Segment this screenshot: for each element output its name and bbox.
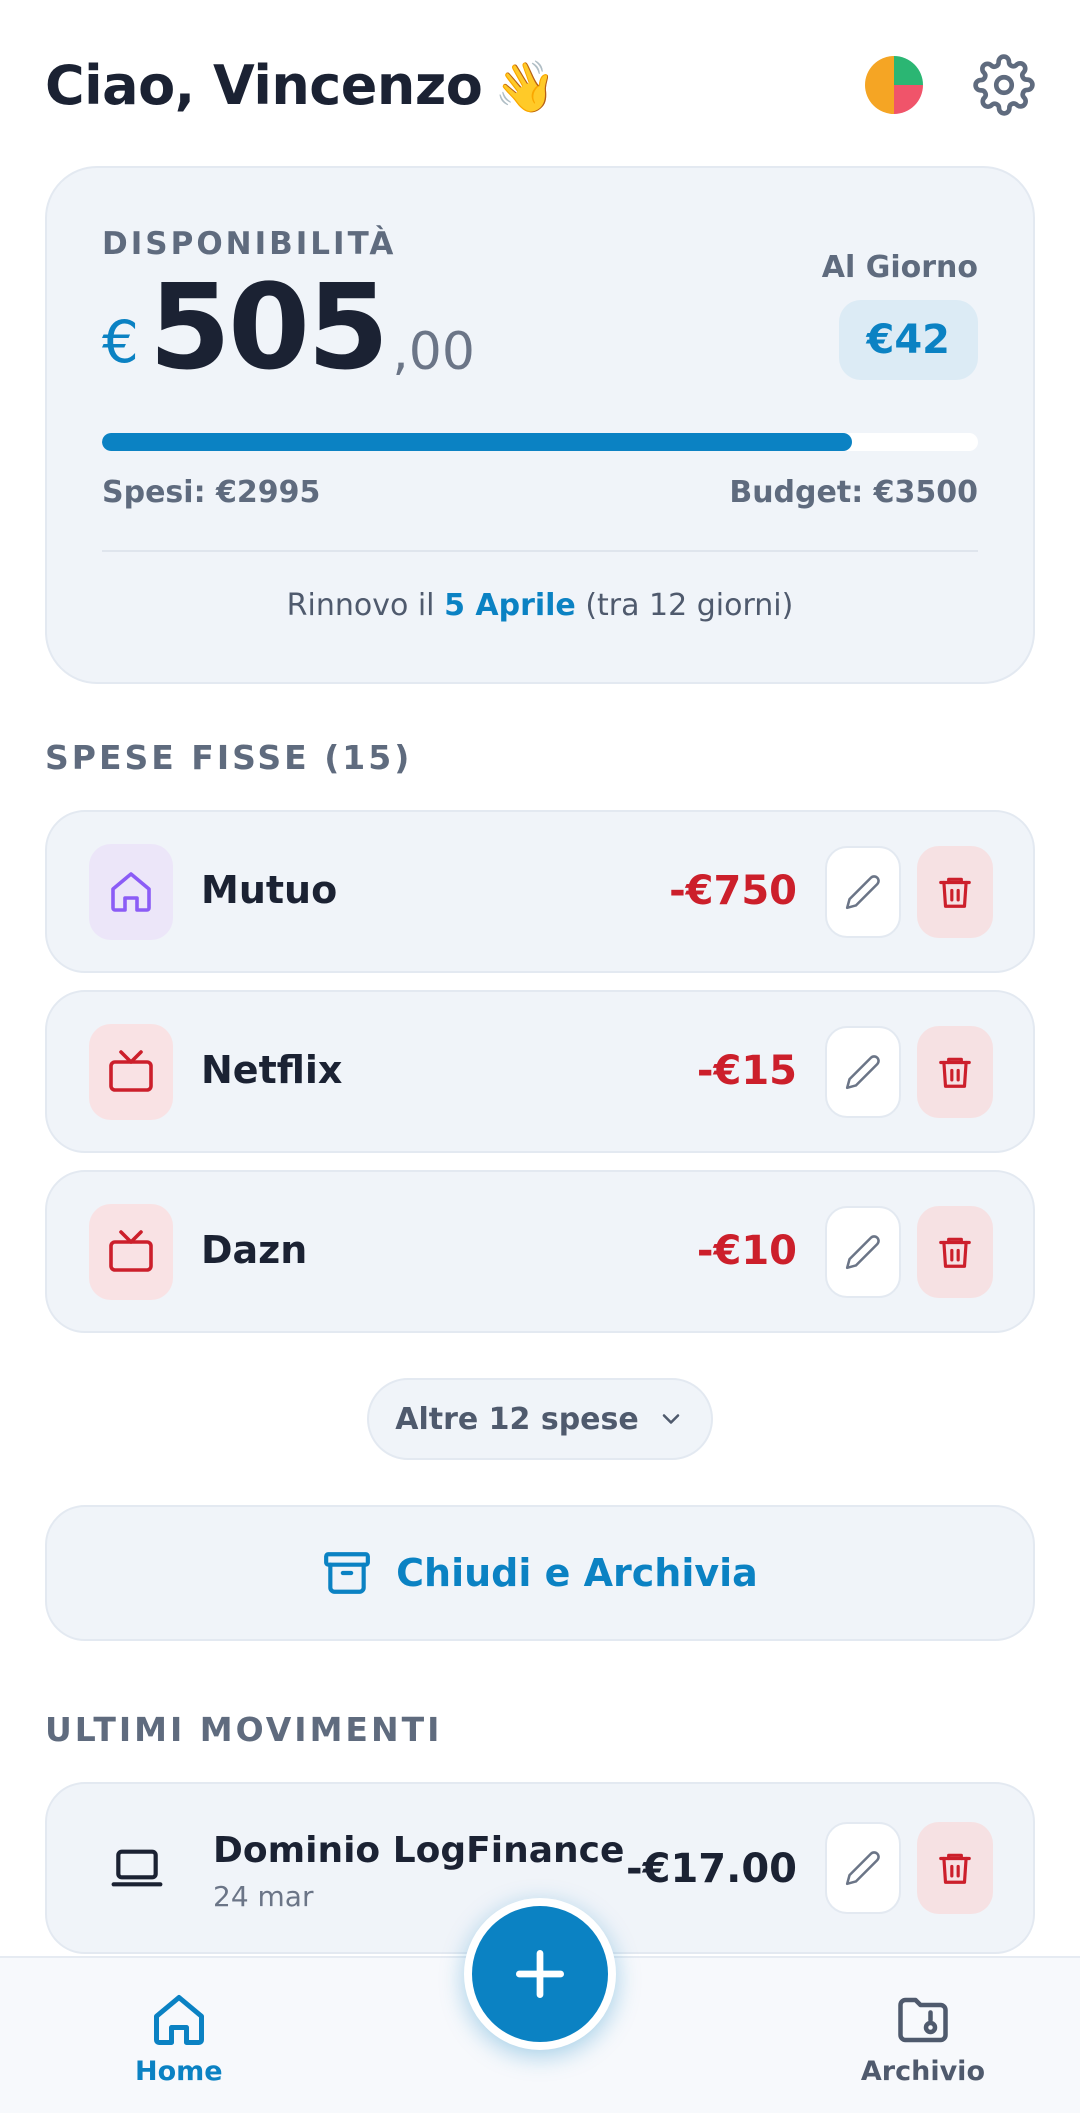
renewal-text: Rinnovo il 5 Aprile (tra 12 giorni) (47, 588, 1033, 623)
greeting-text: Ciao, Vincenzo (45, 53, 483, 117)
per-day-badge: €42 (838, 300, 978, 380)
show-more-label: Altre 12 spese (395, 1401, 639, 1437)
edit-button[interactable] (825, 1026, 901, 1118)
tv-icon (109, 1230, 153, 1272)
availability-label: DISPONIBILITÀ (102, 226, 397, 262)
expense-name: Mutuo (201, 868, 338, 912)
renewal-prefix: Rinnovo il (286, 588, 445, 623)
movement-amount: -€17.00 (626, 1846, 797, 1892)
trash-icon (939, 1237, 971, 1268)
trash-icon (939, 1853, 971, 1884)
trash-icon (939, 877, 971, 908)
amount-decimal: ,00 (392, 322, 475, 382)
laptop-icon (111, 1849, 163, 1887)
renewal-suffix: (tra 12 giorni) (575, 588, 794, 623)
delete-button[interactable] (917, 1026, 993, 1118)
budget-text: Budget: €3500 (729, 475, 978, 510)
pie-chart-icon[interactable] (865, 56, 923, 114)
expense-icon-container (89, 1204, 173, 1300)
wave-emoji: 👋 (494, 57, 557, 116)
close-and-archive-button[interactable]: Chiudi e Archivia (45, 1505, 1035, 1641)
edit-button[interactable] (825, 846, 901, 938)
folder-archive-icon (898, 1997, 948, 2043)
nav-archive-label: Archivio (860, 2056, 985, 2087)
expense-amount: -€10 (696, 1228, 797, 1274)
delete-button[interactable] (917, 1822, 993, 1914)
nav-archive[interactable]: Archivio (861, 1990, 985, 2087)
tv-icon (109, 1050, 153, 1092)
budget-progress-bar (102, 433, 978, 451)
home-icon (111, 872, 151, 912)
gear-icon[interactable] (973, 54, 1035, 116)
fixed-expense-row[interactable]: Dazn -€10 (45, 1170, 1035, 1333)
movement-title: Dominio LogFinance (213, 1830, 625, 1871)
add-transaction-button[interactable] (464, 1898, 616, 2050)
amount-integer: 505 (148, 258, 389, 396)
header: Ciao, Vincenzo 👋 (45, 40, 1035, 130)
greeting-title: Ciao, Vincenzo 👋 (45, 53, 557, 117)
edit-button[interactable] (825, 1206, 901, 1298)
archive-label: Chiudi e Archivia (396, 1551, 758, 1595)
pencil-icon (845, 1055, 880, 1090)
budget-card: DISPONIBILITÀ € 505 ,00 Al Giorno €42 Sp… (45, 166, 1035, 684)
fixed-expense-row[interactable]: Mutuo -€750 (45, 810, 1035, 973)
card-divider (102, 550, 978, 552)
renewal-date: 5 Aprile (444, 588, 576, 623)
expense-amount: -€750 (669, 868, 797, 914)
pencil-icon (845, 1851, 880, 1886)
nav-home[interactable]: Home (135, 1990, 223, 2087)
chevron-down-icon (662, 1414, 680, 1424)
expense-amount: -€15 (696, 1048, 797, 1094)
nav-home-label: Home (135, 2056, 223, 2087)
currency-symbol: € (102, 308, 139, 376)
edit-button[interactable] (825, 1822, 901, 1914)
fixed-expense-row[interactable]: Netflix -€15 (45, 990, 1035, 1153)
expense-icon-container (89, 844, 173, 940)
header-actions (865, 54, 1035, 116)
latest-movements-title: ULTIMI MOVIMENTI (45, 1710, 443, 1749)
delete-button[interactable] (917, 846, 993, 938)
spent-text: Spesi: €2995 (102, 475, 321, 510)
pencil-icon (845, 1235, 880, 1270)
home-icon (153, 1995, 204, 2045)
pencil-icon (845, 875, 880, 910)
fixed-expenses-title: SPESE FISSE (15) (45, 738, 413, 777)
archive-box-icon (324, 1552, 371, 1594)
budget-progress-fill (102, 433, 852, 451)
expense-name: Netflix (201, 1048, 343, 1092)
available-amount: € 505 ,00 (102, 268, 475, 386)
per-day-label: Al Giorno (821, 250, 978, 285)
plus-icon (515, 1949, 565, 1999)
expense-icon-container (89, 1024, 173, 1120)
show-more-expenses-button[interactable]: Altre 12 spese (367, 1378, 713, 1460)
trash-icon (939, 1057, 971, 1088)
delete-button[interactable] (917, 1206, 993, 1298)
movement-date: 24 mar (213, 1880, 314, 1913)
expense-name: Dazn (201, 1228, 308, 1272)
